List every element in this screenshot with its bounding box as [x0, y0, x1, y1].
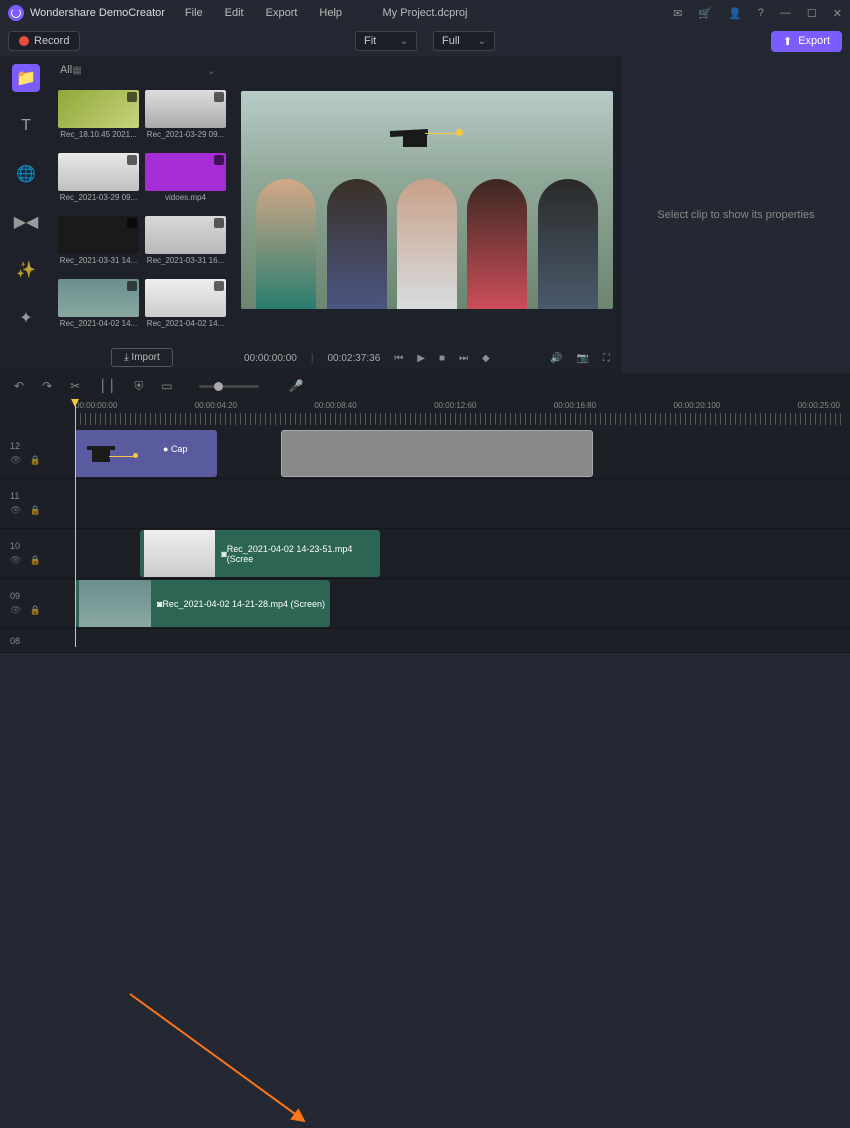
- lock-icon[interactable]: 🔒: [29, 505, 40, 516]
- media-thumb[interactable]: Rec_18.10.45 2021...: [58, 90, 139, 147]
- properties-panel: Select clip to show its properties: [622, 56, 850, 373]
- world-tab[interactable]: 🌐: [12, 160, 40, 188]
- visibility-icon[interactable]: 👁: [10, 555, 21, 566]
- visibility-icon[interactable]: 👁: [10, 605, 21, 616]
- playhead[interactable]: [75, 399, 76, 647]
- app-logo-icon: [8, 5, 24, 21]
- menu-export[interactable]: Export: [266, 7, 298, 19]
- media-panel: All ▦ Rec_18.10.45 2021... Rec_2021-03-2…: [52, 56, 232, 373]
- record-label: Record: [34, 35, 69, 47]
- volume-icon[interactable]: 🔊: [550, 353, 562, 364]
- export-button[interactable]: ⬆ Export: [771, 31, 842, 52]
- lock-icon[interactable]: 🔒: [29, 555, 40, 566]
- track-row: 08: [0, 629, 850, 653]
- import-button[interactable]: ⤓ Import: [111, 348, 173, 367]
- text-tab[interactable]: T: [12, 112, 40, 140]
- fullscreen-icon[interactable]: ⛶: [603, 353, 610, 364]
- timeline-toolbar: ↶ ↷ ✂ ⎪⎪ ⛨ ▭ 🎤: [0, 373, 850, 399]
- tool-sidebar: 📁 T 🌐 ▶◀ ✨ ✦: [0, 56, 52, 373]
- timeline-ruler[interactable]: 00:00:00:0000:00:04:2000:00:08:4000:00:1…: [0, 399, 850, 429]
- effects-tab[interactable]: ✨: [12, 256, 40, 284]
- visibility-icon[interactable]: 👁: [10, 455, 21, 466]
- crop-icon[interactable]: ✂: [70, 379, 80, 393]
- menu-help[interactable]: Help: [319, 7, 342, 19]
- cap-overlay[interactable]: [390, 130, 440, 147]
- full-select[interactable]: Full: [433, 31, 495, 51]
- split-icon[interactable]: ⎪⎪: [98, 379, 116, 393]
- next-icon[interactable]: ⏭: [459, 353, 468, 364]
- undo-icon[interactable]: ↶: [14, 379, 24, 393]
- thumbnail-grid: Rec_18.10.45 2021... Rec_2021-03-29 09..…: [52, 84, 232, 342]
- toolbar: Record Fit Full ⬆ Export: [0, 26, 850, 56]
- stop-icon[interactable]: ■: [439, 353, 445, 364]
- title-bar: Wondershare DemoCreator File Edit Export…: [0, 0, 850, 26]
- cart-icon[interactable]: 🛒: [698, 7, 712, 20]
- media-thumb[interactable]: Rec_2021-03-31 16...: [145, 216, 226, 273]
- track-row: 09👁🔒 ◙ Rec_2021-04-02 14-21-28.mp4 (Scre…: [0, 579, 850, 629]
- play-icon[interactable]: ▶: [417, 353, 425, 364]
- clip-video[interactable]: ◙ Rec_2021-04-02 14-23-51.mp4 (Scree: [140, 530, 380, 577]
- snapshot-icon[interactable]: 📷: [577, 353, 589, 364]
- upload-icon: ⬆: [783, 35, 792, 48]
- media-thumb[interactable]: Rec_2021-03-31 14...: [58, 216, 139, 273]
- document-name: My Project.dcproj: [383, 7, 468, 19]
- marker-icon[interactable]: ▭: [161, 379, 172, 393]
- track-row: 11👁🔒: [0, 479, 850, 529]
- media-thumb[interactable]: Rec_2021-03-29 09...: [58, 153, 139, 210]
- grid-view-icon[interactable]: ▦: [72, 65, 81, 76]
- mic-icon[interactable]: 🎤: [289, 379, 304, 393]
- lock-icon[interactable]: 🔒: [29, 605, 40, 616]
- media-thumb[interactable]: Rec_2021-03-29 09...: [145, 90, 226, 147]
- media-thumb[interactable]: vidoes.mp4: [145, 153, 226, 210]
- clip-video[interactable]: ◙ Rec_2021-04-02 14-21-28.mp4 (Screen): [75, 580, 330, 627]
- time-current: 00:00:00:00: [244, 353, 297, 364]
- media-filter[interactable]: All: [60, 64, 72, 76]
- playback-bar: 00:00:00:00 | 00:02:37:36 ⏮ ▶ ■ ⏭ ◆ 🔊 📷 …: [232, 343, 622, 373]
- clip-cap[interactable]: ● Cap: [75, 430, 217, 477]
- timeline-tracks: 12👁🔒 ● Cap 11👁🔒 10👁🔒 ◙ Rec_2021-04-02 14…: [0, 429, 850, 653]
- mail-icon[interactable]: ✉: [673, 7, 682, 20]
- shield-icon[interactable]: ⛨: [134, 379, 143, 394]
- maximize-icon[interactable]: ☐: [807, 7, 817, 20]
- lock-icon[interactable]: 🔒: [29, 455, 40, 466]
- user-icon[interactable]: 👤: [728, 7, 742, 20]
- track-row: 12👁🔒 ● Cap: [0, 429, 850, 479]
- cursor-icon[interactable]: ◆: [482, 353, 490, 364]
- cursor-tab[interactable]: ✦: [12, 304, 40, 332]
- properties-empty: Select clip to show its properties: [657, 209, 814, 221]
- visibility-icon[interactable]: 👁: [10, 505, 21, 516]
- menu-edit[interactable]: Edit: [225, 7, 244, 19]
- record-button[interactable]: Record: [8, 31, 80, 51]
- time-total: 00:02:37:36: [327, 353, 380, 364]
- preview-canvas[interactable]: [232, 56, 622, 343]
- record-dot-icon: [19, 36, 29, 46]
- main-menu: File Edit Export Help: [185, 7, 342, 19]
- menu-file[interactable]: File: [185, 7, 203, 19]
- media-thumb[interactable]: Rec_2021-04-02 14...: [58, 279, 139, 336]
- help-icon[interactable]: ?: [758, 7, 764, 19]
- app-name: Wondershare DemoCreator: [30, 7, 165, 19]
- close-icon[interactable]: ✕: [833, 7, 842, 20]
- library-tab[interactable]: 📁: [12, 64, 40, 92]
- transition-tab[interactable]: ▶◀: [12, 208, 40, 236]
- redo-icon[interactable]: ↷: [42, 379, 52, 393]
- fit-select[interactable]: Fit: [355, 31, 417, 51]
- preview-panel: 00:00:00:00 | 00:02:37:36 ⏮ ▶ ■ ⏭ ◆ 🔊 📷 …: [232, 56, 622, 373]
- clip-drop-target[interactable]: [281, 430, 593, 477]
- media-thumb[interactable]: Rec_2021-04-02 14...: [145, 279, 226, 336]
- track-row: 10👁🔒 ◙ Rec_2021-04-02 14-23-51.mp4 (Scre…: [0, 529, 850, 579]
- minimize-icon[interactable]: —: [780, 7, 791, 19]
- zoom-slider[interactable]: [199, 385, 259, 388]
- prev-icon[interactable]: ⏮: [394, 353, 403, 364]
